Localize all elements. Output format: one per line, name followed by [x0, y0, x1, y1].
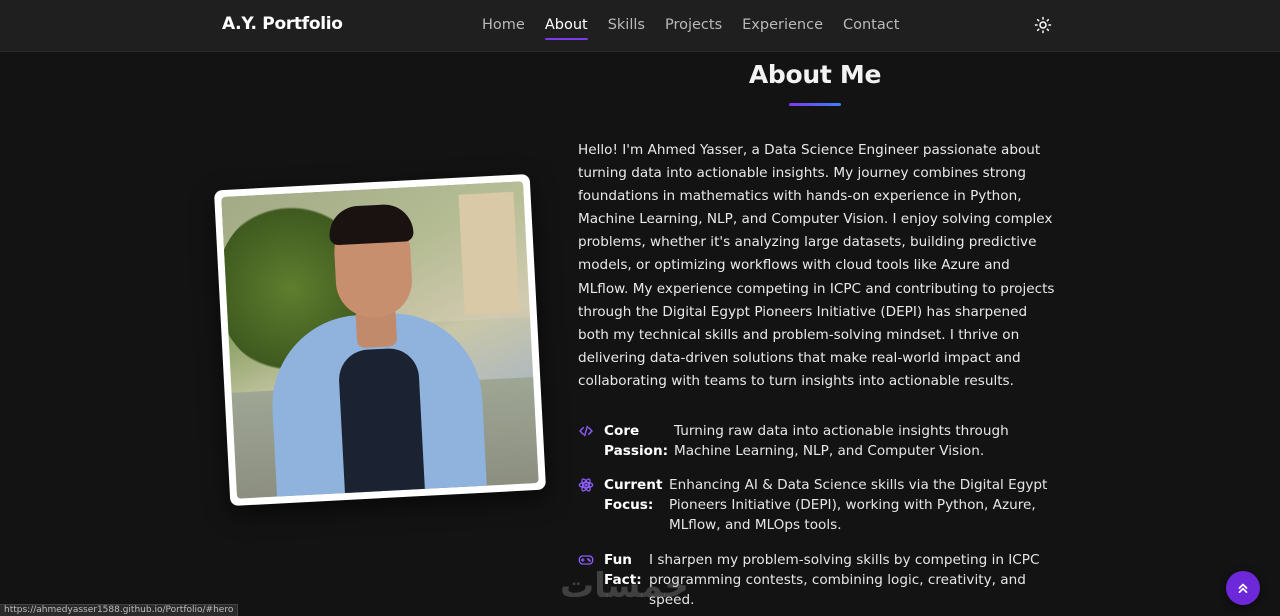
nav-link-about[interactable]: About	[544, 16, 588, 40]
profile-photo	[221, 181, 539, 499]
brand-logo[interactable]: A.Y. Portfolio	[222, 14, 343, 34]
watermark: خمسات	[560, 566, 689, 606]
nav-links: Home About Skills Projects Experience Co…	[482, 16, 899, 40]
theme-toggle-button[interactable]	[1034, 16, 1052, 34]
scroll-to-top-button[interactable]	[1226, 571, 1260, 605]
sun-icon	[1034, 16, 1052, 34]
nav-link-contact[interactable]: Contact	[843, 16, 899, 34]
feature-text: Enhancing AI & Data Science skills via t…	[669, 477, 1048, 533]
nav-link-skills[interactable]: Skills	[608, 16, 645, 34]
nav-link-projects[interactable]: Projects	[665, 16, 722, 34]
feature-text: I sharpen my problem-solving skills by c…	[649, 552, 1040, 608]
about-intro-text: Hello! I'm Ahmed Yasser, a Data Science …	[578, 142, 1055, 389]
section-title: About Me	[748, 60, 882, 89]
nav-link-experience[interactable]: Experience	[742, 16, 823, 34]
nav-link-home[interactable]: Home	[482, 16, 525, 34]
navbar: A.Y. Portfolio Home About Skills Project…	[0, 0, 1280, 52]
code-icon	[578, 423, 596, 445]
feature-label: Current Focus:	[604, 477, 663, 513]
status-bar-url: https://ahmedyasser1588.github.io/Portfo…	[0, 604, 238, 616]
title-underline	[789, 103, 841, 106]
feature-label: Core Passion:	[604, 423, 669, 459]
feature-text: Turning raw data into actionable insight…	[674, 423, 1009, 459]
feature-core-passion: Core Passion: Turning raw data into acti…	[578, 421, 1034, 461]
feature-current-focus: Current Focus: Enhancing AI & Data Scien…	[578, 475, 1059, 535]
atom-icon	[578, 477, 596, 499]
chevrons-up-icon	[1238, 583, 1248, 593]
profile-photo-frame	[213, 173, 547, 507]
